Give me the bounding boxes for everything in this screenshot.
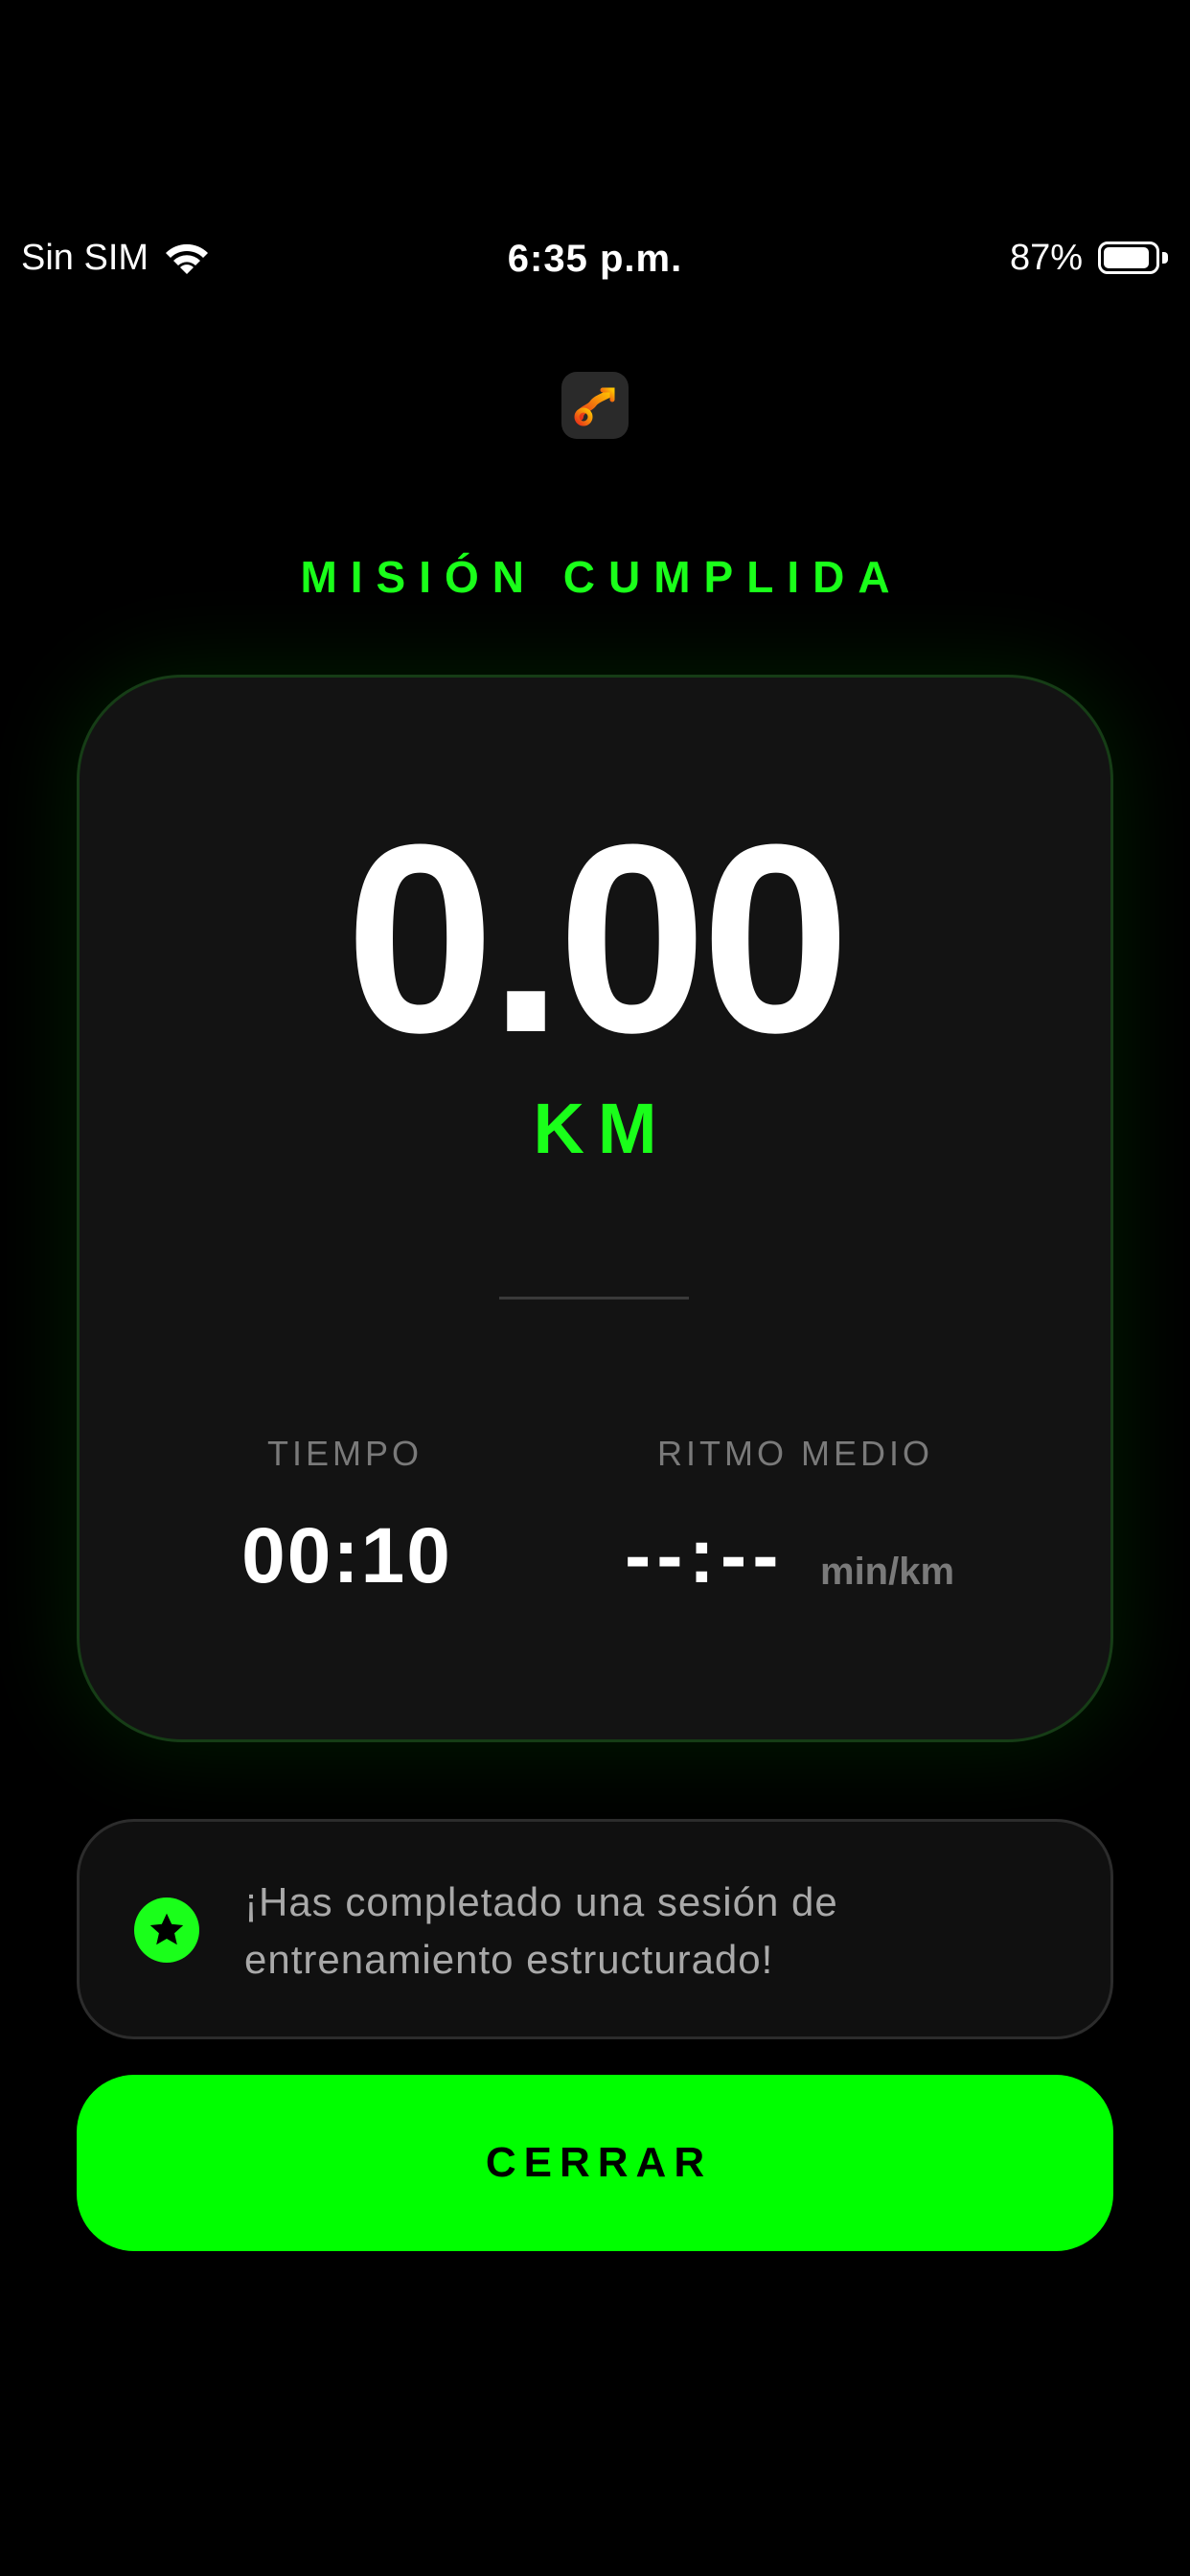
battery-icon (1098, 240, 1171, 278)
pace-label: RITMO MEDIO (657, 1434, 933, 1473)
logo-glyph (574, 387, 615, 426)
close-button[interactable]: CERRAR (77, 2075, 1113, 2251)
time-label: TIEMPO (266, 1434, 423, 1473)
pace-unit: min/km (820, 1551, 955, 1593)
star-icon (134, 1898, 199, 1963)
battery-percent: 87% (1009, 238, 1083, 278)
distance-value: 0.00 (345, 790, 851, 1089)
star-glyph (149, 1913, 184, 1945)
distance-unit: KM (533, 1089, 671, 1168)
pace-value: --:-- (625, 1512, 785, 1599)
info-message: ¡Has completado una sesión de entrenamie… (244, 1879, 838, 1982)
divider (499, 1297, 689, 1300)
close-button-label: CERRAR (485, 2139, 713, 2186)
status-right: 87% (1010, 238, 1171, 279)
page-title: MISIÓN CUMPLIDA (300, 552, 904, 602)
time-value: 00:10 (241, 1512, 452, 1599)
app-logo-icon (561, 372, 629, 439)
status-bar: Sin SIM 6:35 p.m. 87% (0, 230, 1190, 297)
